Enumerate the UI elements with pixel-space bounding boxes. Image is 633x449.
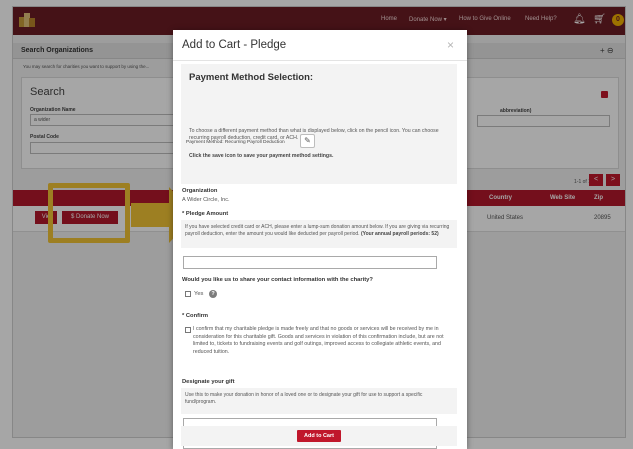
confirm-text: I confirm that my charitable pledge is m… xyxy=(193,326,444,355)
designate-instructions-box: Use this to make your donation in honor … xyxy=(181,388,457,414)
share-yes-checkbox[interactable] xyxy=(185,291,191,297)
modal-title: Add to Cart - Pledge xyxy=(182,39,287,51)
payment-method-value: Payment Method: Recurring Payroll Deduct… xyxy=(186,140,285,145)
pencil-icon[interactable]: ✎ xyxy=(300,134,315,148)
yes-label: Yes xyxy=(194,291,204,297)
payroll-periods-note: (Your annual payroll periods: 52) xyxy=(360,230,439,237)
payment-save-note: Click the save icon to save your payment… xyxy=(189,153,334,159)
pledge-instructions: If you have selected credit card or ACH,… xyxy=(185,224,450,237)
pledge-amount-label: * Pledge Amount xyxy=(182,211,229,217)
share-info-label: Would you like us to share your contact … xyxy=(182,277,373,283)
designate-instructions: Use this to make your donation in honor … xyxy=(185,392,423,405)
confirm-label: * Confirm xyxy=(182,313,209,319)
add-to-cart-pledge-modal: Add to Cart - Pledge × Payment Method Se… xyxy=(173,30,467,449)
close-icon[interactable]: × xyxy=(447,38,454,52)
designate-gift-label: Designate your gift xyxy=(182,379,235,385)
add-to-cart-button[interactable]: Add to Cart xyxy=(297,430,341,442)
payment-heading: Payment Method Selection: xyxy=(189,72,314,83)
pledge-amount-input[interactable] xyxy=(183,256,437,269)
help-icon[interactable]: ? xyxy=(209,290,217,298)
organization-label: Organization xyxy=(182,188,218,194)
pledge-instructions-box: If you have selected credit card or ACH,… xyxy=(181,220,457,248)
confirm-checkbox[interactable] xyxy=(185,327,191,333)
payment-method-section: Payment Method Selection: To choose a di… xyxy=(181,64,457,184)
organization-value: A Wider Circle, Inc. xyxy=(182,197,230,203)
divider xyxy=(173,60,467,61)
